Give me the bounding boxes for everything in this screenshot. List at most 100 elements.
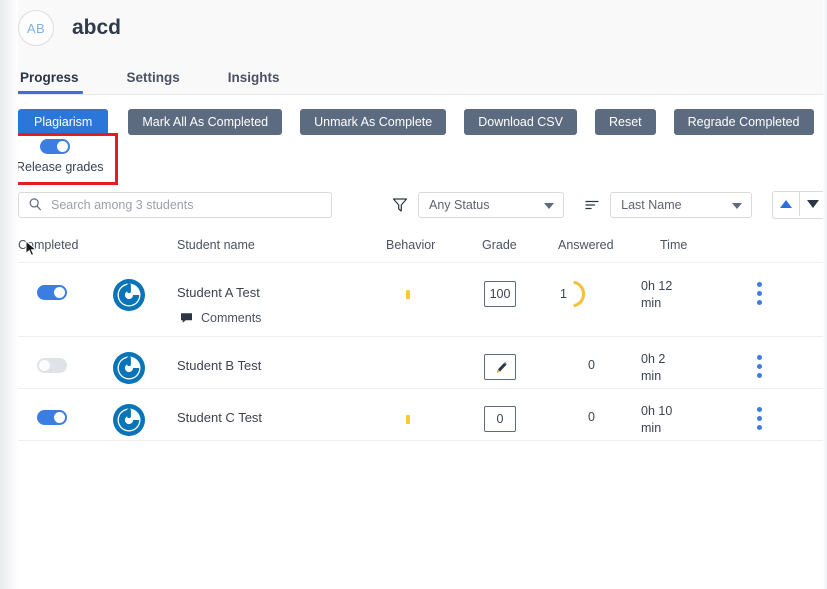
avatar: AB xyxy=(18,10,54,46)
header-top-row: AB abcd xyxy=(0,0,827,46)
grade-cell: 0 xyxy=(484,406,516,432)
search-wrapper xyxy=(18,191,332,218)
kebab-menu-icon xyxy=(757,425,762,430)
release-grades-label: Release grades xyxy=(16,160,104,174)
plagiarism-button[interactable]: Plagiarism xyxy=(18,109,109,135)
release-grades-toggle[interactable] xyxy=(40,139,70,154)
answered-cell: 0 xyxy=(560,358,630,372)
answered-progress-arc-icon xyxy=(573,280,586,308)
time-cell: 0h 10 min xyxy=(641,403,701,437)
tab-insights[interactable]: Insights xyxy=(226,70,282,94)
grade-cell xyxy=(484,354,516,380)
search-input[interactable] xyxy=(18,191,332,218)
comment-icon xyxy=(181,313,192,323)
unmark-as-complete-button[interactable]: Unmark As Complete xyxy=(300,109,447,135)
behavior-flag-icon xyxy=(406,290,410,299)
time-unit: min xyxy=(641,296,662,310)
row-menu-button[interactable] xyxy=(757,355,762,378)
avatar-initials: AB xyxy=(26,20,46,36)
comments-link[interactable]: Comments xyxy=(180,311,261,325)
toggle-knob xyxy=(54,287,65,298)
table-row: Student A Test Comments 100 1 0h 12 min xyxy=(0,262,827,336)
row-menu-button[interactable] xyxy=(757,407,762,430)
sort-direction-group xyxy=(772,190,827,219)
triangle-down-icon xyxy=(807,199,820,208)
filter-toolbar: Any Status Last Name xyxy=(0,190,827,219)
column-header-student-name: Student name xyxy=(177,238,255,252)
sort-descending-button[interactable] xyxy=(799,191,826,216)
answered-cell: 1 xyxy=(560,279,630,309)
row-menu-button[interactable] xyxy=(757,282,762,305)
grade-cell: 100 xyxy=(484,281,516,307)
regrade-completed-button[interactable]: Regrade Completed xyxy=(673,109,814,135)
kebab-menu-icon xyxy=(757,300,762,305)
completed-toggle-off[interactable] xyxy=(37,358,67,373)
behavior-indicator xyxy=(406,290,410,299)
kebab-menu-icon xyxy=(757,416,762,421)
gravatar-icon xyxy=(113,404,145,436)
toggle-knob xyxy=(54,412,65,423)
comments-label: Comments xyxy=(201,311,262,325)
row-completed-toggle[interactable] xyxy=(37,285,67,300)
time-unit: min xyxy=(641,369,662,383)
kebab-menu-icon xyxy=(757,407,762,412)
kebab-menu-icon xyxy=(757,364,762,369)
kebab-menu-icon xyxy=(757,373,762,378)
answered-count: 0 xyxy=(588,358,595,372)
column-header-behavior: Behavior xyxy=(386,238,436,252)
time-value: 0h 10 xyxy=(641,404,673,418)
reset-button[interactable]: Reset xyxy=(594,109,656,135)
student-avatar xyxy=(112,403,146,440)
behavior-indicator xyxy=(406,415,410,424)
column-header-time: Time xyxy=(660,238,688,252)
table-row: Student C Test 0 0 0h 10 min xyxy=(0,388,827,441)
time-cell: 0h 2 min xyxy=(641,351,701,385)
gravatar-icon xyxy=(113,352,145,384)
student-avatar xyxy=(112,278,146,315)
kebab-menu-icon xyxy=(757,291,762,296)
chevron-down-icon xyxy=(732,202,743,209)
grade-input[interactable]: 0 xyxy=(484,406,516,432)
triangle-up-icon xyxy=(780,199,793,208)
row-completed-toggle[interactable] xyxy=(37,410,67,425)
column-header-completed: Completed xyxy=(18,238,79,252)
status-filter-value: Any Status xyxy=(429,197,490,212)
filter-icon[interactable] xyxy=(392,197,408,213)
sort-icon[interactable] xyxy=(584,197,600,213)
tab-settings[interactable]: Settings xyxy=(125,70,182,94)
sort-by-select[interactable]: Last Name xyxy=(610,191,753,218)
grade-input[interactable]: 100 xyxy=(484,281,516,307)
status-filter-select[interactable]: Any Status xyxy=(418,191,565,218)
page-title: abcd xyxy=(72,16,122,39)
kebab-menu-icon xyxy=(757,282,762,287)
sort-ascending-button[interactable] xyxy=(773,191,800,216)
kebab-menu-icon xyxy=(757,355,762,360)
column-header-grade: Grade xyxy=(482,238,517,252)
chevron-down-icon xyxy=(544,202,555,209)
grade-edit-button[interactable] xyxy=(484,354,516,380)
students-table: Completed Student name Behavior Grade An… xyxy=(0,232,827,441)
gravatar-icon xyxy=(113,279,145,311)
mark-all-as-completed-button[interactable]: Mark All As Completed xyxy=(128,109,283,135)
answered-count: 1 xyxy=(560,287,567,301)
student-name: Student A Test xyxy=(177,285,260,300)
table-row: Student B Test 0 0h 2 min xyxy=(0,336,827,388)
student-name: Student C Test xyxy=(177,410,263,425)
completed-toggle-on[interactable] xyxy=(37,410,67,425)
time-value: 0h 2 xyxy=(641,352,666,366)
sort-by-value: Last Name xyxy=(621,197,682,212)
action-toolbar: Plagiarism Mark All As Completed Unmark … xyxy=(0,108,827,136)
behavior-flag-icon xyxy=(406,415,410,424)
completed-toggle-on[interactable] xyxy=(37,285,67,300)
tab-progress[interactable]: Progress xyxy=(16,70,83,94)
download-csv-button[interactable]: Download CSV xyxy=(464,109,577,135)
pen-icon xyxy=(496,361,506,373)
time-cell: 0h 12 min xyxy=(641,278,701,312)
student-avatar xyxy=(112,351,146,388)
time-unit: min xyxy=(641,421,662,435)
tab-bar: Progress Settings Insights xyxy=(0,50,827,94)
row-completed-toggle[interactable] xyxy=(37,358,67,373)
answered-count: 0 xyxy=(588,410,595,424)
page-header: AB abcd Progress Settings Insights xyxy=(0,0,827,95)
toggle-knob xyxy=(39,360,50,371)
